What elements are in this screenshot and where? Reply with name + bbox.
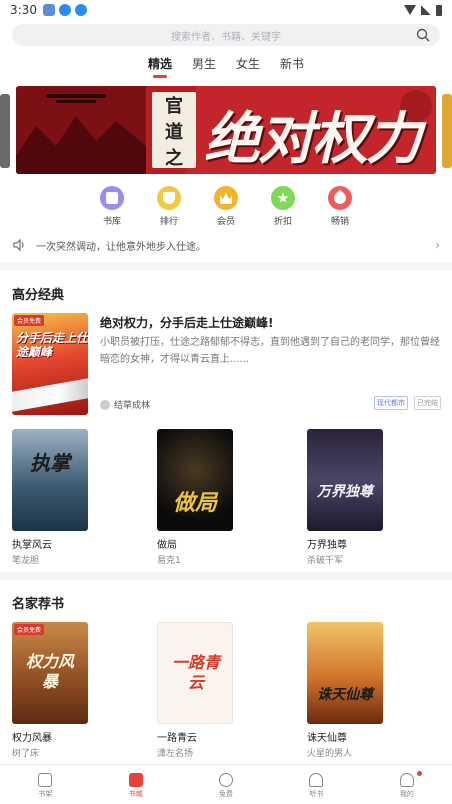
book-title: 诛天仙尊: [307, 733, 347, 744]
status-time: 3:30: [10, 3, 37, 17]
download-icon: [58, 4, 71, 16]
book-card[interactable]: 一路青云 一路青云 潇左名扬: [157, 622, 233, 759]
author-avatar: [100, 399, 110, 410]
quick-nav-discount[interactable]: 折扣: [259, 186, 307, 227]
free-icon: [219, 773, 234, 787]
trophy-icon: [157, 186, 181, 210]
tab-new[interactable]: 新书: [280, 54, 304, 78]
train-illustration: [12, 378, 88, 412]
book-cover: 会员免费 权力风暴: [12, 622, 88, 724]
status-bar: 3:30: [0, 0, 452, 20]
book-cover: 一路青云: [157, 622, 233, 724]
notification-dot: [417, 771, 423, 776]
featured-book-author: 结草成林: [100, 398, 150, 411]
book-cover: 做局: [157, 429, 233, 531]
book-card[interactable]: 做局 做局 易克1: [157, 429, 233, 566]
book-title: 执掌风云: [12, 540, 52, 551]
search-placeholder: 搜索作者、书籍、关键字: [171, 31, 281, 43]
cover-text: 万界独尊: [317, 484, 373, 500]
book-author: 笔龙胆: [12, 556, 40, 566]
banner-next-peek[interactable]: [442, 94, 452, 168]
book-author: 易克1: [157, 556, 181, 566]
divider: [0, 572, 452, 580]
section-title-high-score: 高分经典: [12, 288, 65, 303]
quick-nav-ranking[interactable]: 排行: [145, 186, 193, 227]
book-card[interactable]: 会员免费 权力风暴 权力风暴 树了床: [12, 622, 88, 759]
notice-bar[interactable]: 一次突然调动，让他意外地步入仕途。 ›: [12, 236, 440, 254]
category-tabs: 精选 男生 女生 新书: [0, 54, 452, 78]
book-title: 一路青云: [157, 733, 197, 744]
signal-icon: [421, 5, 431, 15]
search-icon[interactable]: [416, 28, 430, 42]
tab-male[interactable]: 男生: [192, 54, 216, 78]
quick-nav: 书库 排行 会员 折扣 畅销: [88, 186, 364, 227]
cover-text: 做局: [172, 491, 217, 516]
book-title: 做局: [157, 540, 177, 551]
profile-icon: [399, 773, 414, 787]
bottom-nav-audiobook[interactable]: 听书: [271, 765, 361, 804]
genre-tag: 现代都市: [374, 396, 408, 410]
bookshelf-icon: [38, 773, 53, 787]
book-author: 火星的男人: [307, 749, 353, 759]
book-author: 杀破千军: [307, 556, 344, 566]
book-card[interactable]: 诛天仙尊 诛天仙尊 火星的男人: [307, 622, 383, 759]
featured-book-cover[interactable]: 会员免费 分手后走上仕途巅峰: [12, 313, 88, 415]
banner-subtitle: 官 道 之: [152, 92, 196, 169]
vip-free-badge: 会员免费: [14, 315, 45, 326]
divider: [0, 262, 452, 270]
book-cover: 诛天仙尊: [307, 622, 383, 724]
book-author: 树了床: [12, 749, 40, 759]
crown-icon: [214, 186, 238, 210]
bottom-nav: 书架 书城 免费 听书 我的: [0, 764, 452, 804]
featured-book-description: 小职员被打压，仕途之路郁郁不得志，直到他遇到了自己的老同学，那位曾经暗恋的女神，…: [100, 337, 440, 365]
cover-text: 权力风暴: [25, 652, 74, 691]
quick-nav-vip[interactable]: 会员: [202, 186, 250, 227]
notice-text: 一次突然调动，让他意外地步入仕途。: [36, 241, 206, 253]
chevron-right-icon: ›: [435, 238, 440, 252]
banner-prev-peek[interactable]: [0, 94, 10, 168]
book-cover: 执掌: [12, 429, 88, 531]
banner-title: 绝对权力: [204, 106, 422, 172]
app-notification-icon: [42, 4, 55, 16]
bottom-nav-free[interactable]: 免费: [181, 765, 271, 804]
tab-female[interactable]: 女生: [236, 54, 260, 78]
cover-text: 诛天仙尊: [317, 687, 373, 703]
promo-banner[interactable]: 官 道 之 绝对权力: [16, 86, 436, 174]
featured-book-title[interactable]: 绝对权力，分手后走上仕途巅峰!: [100, 314, 440, 331]
vip-free-badge: 会员免费: [14, 624, 45, 635]
battery-icon: [436, 4, 442, 16]
library-icon: [100, 186, 124, 210]
status-tag: 已完结: [414, 396, 441, 410]
section-title-famous: 名家荐书: [12, 597, 65, 612]
download-icon-2: [74, 4, 87, 16]
featured-cover-text: 分手后走上仕途巅峰: [16, 331, 88, 359]
book-cover: 万界独尊: [307, 429, 383, 531]
cover-text: 一路青云: [171, 653, 220, 692]
tab-featured[interactable]: 精选: [148, 54, 172, 78]
bookstore-icon: [128, 773, 143, 787]
wifi-icon: [404, 5, 416, 15]
speaker-icon: [13, 238, 24, 252]
quick-nav-library[interactable]: 书库: [88, 186, 136, 227]
quick-nav-bestseller[interactable]: 畅销: [316, 186, 364, 227]
book-title: 万界独尊: [307, 540, 347, 551]
cover-text: 执掌: [30, 451, 70, 475]
book-title: 权力风暴: [12, 733, 52, 744]
discount-star-icon: [271, 186, 295, 210]
headphones-icon: [309, 773, 324, 787]
book-card[interactable]: 执掌 执掌风云 笔龙胆: [12, 429, 88, 566]
search-bar[interactable]: 搜索作者、书籍、关键字: [12, 24, 440, 46]
bottom-nav-bookshelf[interactable]: 书架: [0, 765, 90, 804]
book-card[interactable]: 万界独尊 万界独尊 杀破千军: [307, 429, 383, 566]
bottom-nav-profile[interactable]: 我的: [362, 765, 452, 804]
flame-icon: [328, 186, 352, 210]
bottom-nav-bookstore[interactable]: 书城: [90, 765, 180, 804]
book-author: 潇左名扬: [157, 749, 194, 759]
